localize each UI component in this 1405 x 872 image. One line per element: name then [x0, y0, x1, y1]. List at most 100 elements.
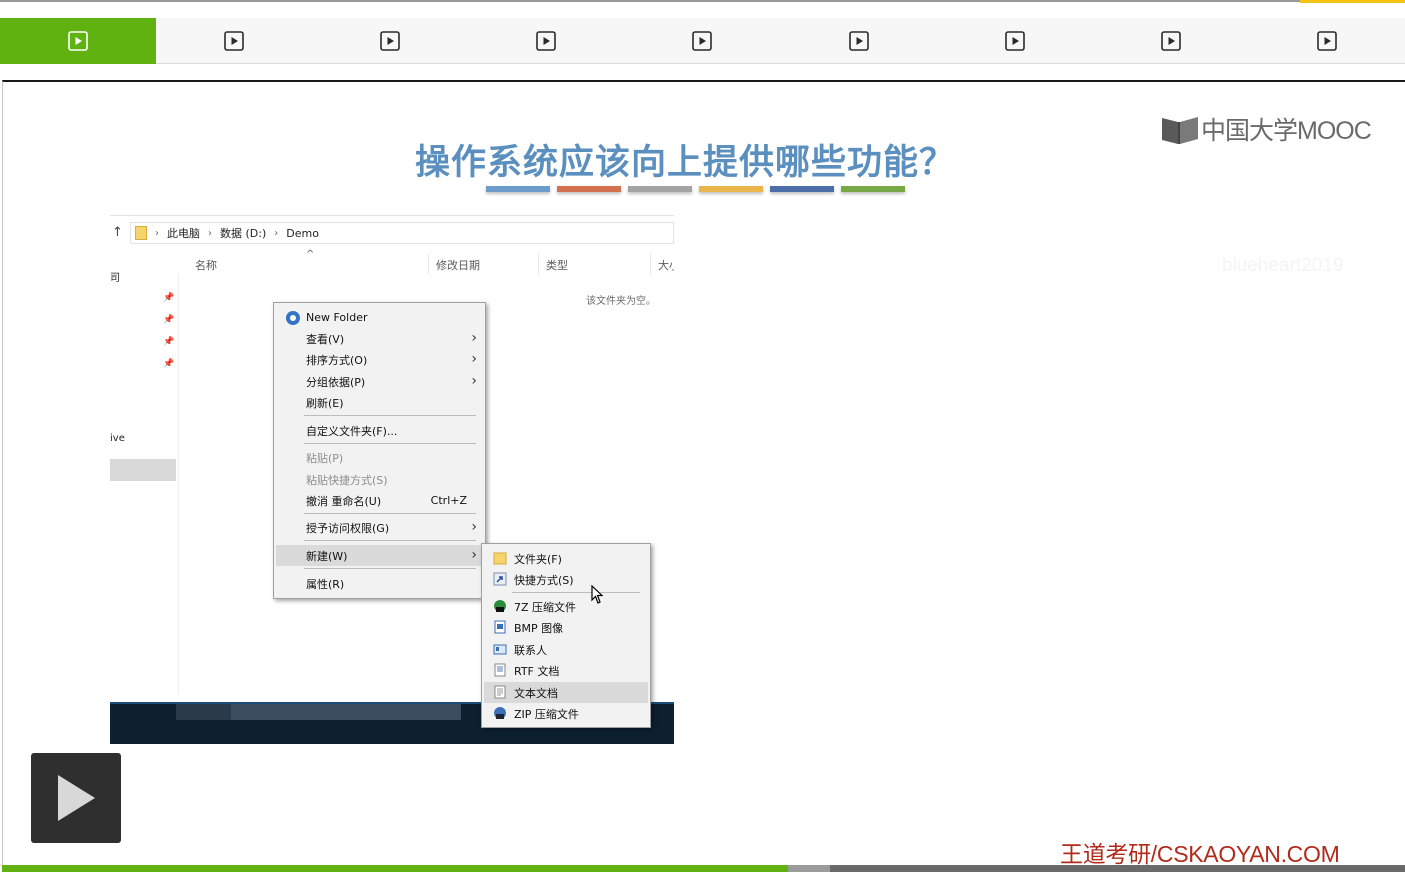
- lesson-tab-8[interactable]: [1093, 18, 1249, 64]
- new-submenu-item-label: BMP 图像: [514, 621, 564, 635]
- new-submenu-item[interactable]: 联系人: [484, 639, 648, 660]
- address-bar: ↑ › 此电脑 › 数据 (D:) › Demo: [110, 222, 674, 244]
- progress-fill: [2, 865, 788, 872]
- context-menu-item-label: 粘贴(P): [306, 451, 344, 465]
- title-color-bars: [486, 186, 905, 192]
- pin-icon: 📌: [163, 315, 175, 325]
- pin-icon: 📌: [163, 359, 175, 369]
- context-menu-item-label: 查看(V): [306, 332, 345, 346]
- context-menu-item[interactable]: 查看(V) ›: [276, 328, 483, 349]
- new-submenu-item-label: 联系人: [514, 643, 547, 657]
- context-menu-item[interactable]: 新建(W) ›: [276, 545, 483, 566]
- new-submenu-item-label: RTF 文档: [514, 664, 560, 678]
- new-submenu-item-label: 7Z 压缩文件: [514, 600, 577, 614]
- zip-archive-icon: [494, 707, 506, 719]
- contact-card-icon: [493, 644, 507, 655]
- new-submenu-item[interactable]: 文件夹(F): [484, 548, 648, 569]
- new-submenu-item[interactable]: 文本文档: [484, 682, 648, 703]
- context-menu: New Folder 查看(V) › 排序方式(O) › 分组依据(P) › 刷新(E) 自定义…: [273, 302, 486, 599]
- mooc-logo: 中国大学MOOC: [1160, 111, 1372, 147]
- lesson-tab-1[interactable]: [0, 18, 157, 64]
- context-menu-item-label: 粘贴快捷方式(S): [306, 473, 388, 487]
- menu-separator: [304, 415, 476, 416]
- context-menu-item-label: 撤消 重命名(U): [306, 494, 382, 508]
- context-menu-item[interactable]: 刷新(E): [276, 392, 483, 413]
- rtf-document-icon: [494, 663, 506, 677]
- new-submenu-item[interactable]: 快捷方式(S): [484, 569, 648, 590]
- nav-selected-item: [110, 459, 176, 481]
- play-square-icon: [1004, 31, 1025, 51]
- breadcrumb-item: Demo: [286, 226, 319, 240]
- context-menu-item[interactable]: 撤消 重命名(U) Ctrl+Z: [276, 490, 483, 511]
- context-menu-item[interactable]: 自定义文件夹(F)...: [276, 420, 483, 441]
- lesson-tab-4[interactable]: [468, 18, 624, 64]
- breadcrumb: › 此电脑 › 数据 (D:) › Demo: [130, 222, 674, 244]
- nav-label-fragment: 司: [110, 273, 120, 284]
- lesson-tab-2[interactable]: [156, 18, 312, 64]
- 7z-archive-icon: [494, 600, 506, 612]
- text-document-icon: [494, 685, 506, 699]
- pin-icon: 📌: [163, 337, 175, 347]
- sort-caret-icon: ^: [306, 249, 315, 260]
- context-menu-item[interactable]: New Folder: [276, 307, 483, 328]
- column-header-row: 名称 ^ 修改日期 类型 大小: [178, 249, 674, 274]
- new-submenu-item[interactable]: RTF 文档: [484, 660, 648, 681]
- title-color-bar-4: [699, 186, 763, 192]
- context-menu-item[interactable]: 粘贴(P): [276, 447, 483, 468]
- play-square-icon: [380, 31, 401, 51]
- mouse-cursor-icon: [591, 585, 604, 604]
- lesson-tab-5[interactable]: [624, 18, 780, 64]
- progress-bar[interactable]: [2, 865, 1405, 872]
- shortcut-icon: [493, 572, 507, 586]
- play-square-icon: [1161, 31, 1181, 51]
- mooc-book-icon: [1162, 117, 1198, 144]
- source-watermark: 王道考研/CSKAOYAN.COM: [1060, 841, 1340, 867]
- menu-separator: [512, 592, 640, 593]
- context-menu-item[interactable]: 排序方式(O) ›: [276, 349, 483, 370]
- title-color-bar-5: [770, 186, 834, 192]
- context-menu-item[interactable]: 粘贴快捷方式(S): [276, 469, 483, 490]
- play-icon: [58, 775, 95, 821]
- lesson-tab-3[interactable]: [312, 18, 468, 64]
- new-submenu-item-label: 文件夹(F): [514, 552, 562, 566]
- title-color-bar-1: [486, 186, 550, 192]
- context-menu-item-label: New Folder: [306, 311, 368, 324]
- column-header-size: 大小: [658, 259, 674, 272]
- new-submenu-item-label: ZIP 压缩文件: [514, 707, 579, 721]
- context-menu-item-label: 授予访问权限(G): [306, 521, 390, 535]
- bmp-image-icon: [494, 620, 506, 634]
- chevron-right-icon: ›: [471, 351, 477, 367]
- title-color-bar-2: [557, 186, 621, 192]
- context-menu-item-label: 分组依据(P): [306, 375, 366, 389]
- new-submenu-item-label: 文本文档: [514, 686, 558, 700]
- play-square-icon: [692, 31, 713, 51]
- slide-title: 操作系统应该向上提供哪些功能？: [414, 142, 955, 183]
- new-submenu-item[interactable]: ZIP 压缩文件: [484, 703, 648, 724]
- empty-folder-message: 该文件夹为空。: [586, 296, 656, 307]
- context-menu-item[interactable]: 属性(R): [276, 573, 483, 594]
- column-header-name: 名称: [195, 259, 217, 272]
- title-color-bar-3: [628, 186, 692, 192]
- play-square-icon: [224, 31, 244, 51]
- play-square-icon: [68, 31, 88, 51]
- folder-icon: [493, 552, 507, 565]
- new-submenu-item[interactable]: 7Z 压缩文件: [484, 596, 648, 617]
- lesson-tab-9[interactable]: [1249, 18, 1405, 64]
- context-menu-item[interactable]: 授予访问权限(G) ›: [276, 517, 483, 538]
- play-square-icon: [1317, 31, 1337, 51]
- context-menu-item-label: 排序方式(O): [306, 353, 368, 367]
- context-menu-item[interactable]: 分组依据(P) ›: [276, 371, 483, 392]
- play-square-icon: [848, 31, 869, 51]
- context-menu-item-label: 新建(W): [306, 549, 348, 563]
- new-folder-icon: [286, 311, 300, 325]
- new-submenu-item[interactable]: BMP 图像: [484, 617, 648, 638]
- menu-separator: [304, 568, 476, 569]
- title-color-bar-6: [841, 186, 905, 192]
- lesson-tab-6[interactable]: [781, 18, 937, 64]
- column-header-type: 类型: [546, 259, 568, 272]
- logo-text: 中国大学MOOC: [1201, 117, 1372, 145]
- context-menu-item-label: 属性(R): [306, 577, 345, 591]
- play-button[interactable]: [31, 753, 121, 843]
- breadcrumb-item: 此电脑: [167, 227, 200, 240]
- lesson-tab-7[interactable]: [937, 18, 1093, 64]
